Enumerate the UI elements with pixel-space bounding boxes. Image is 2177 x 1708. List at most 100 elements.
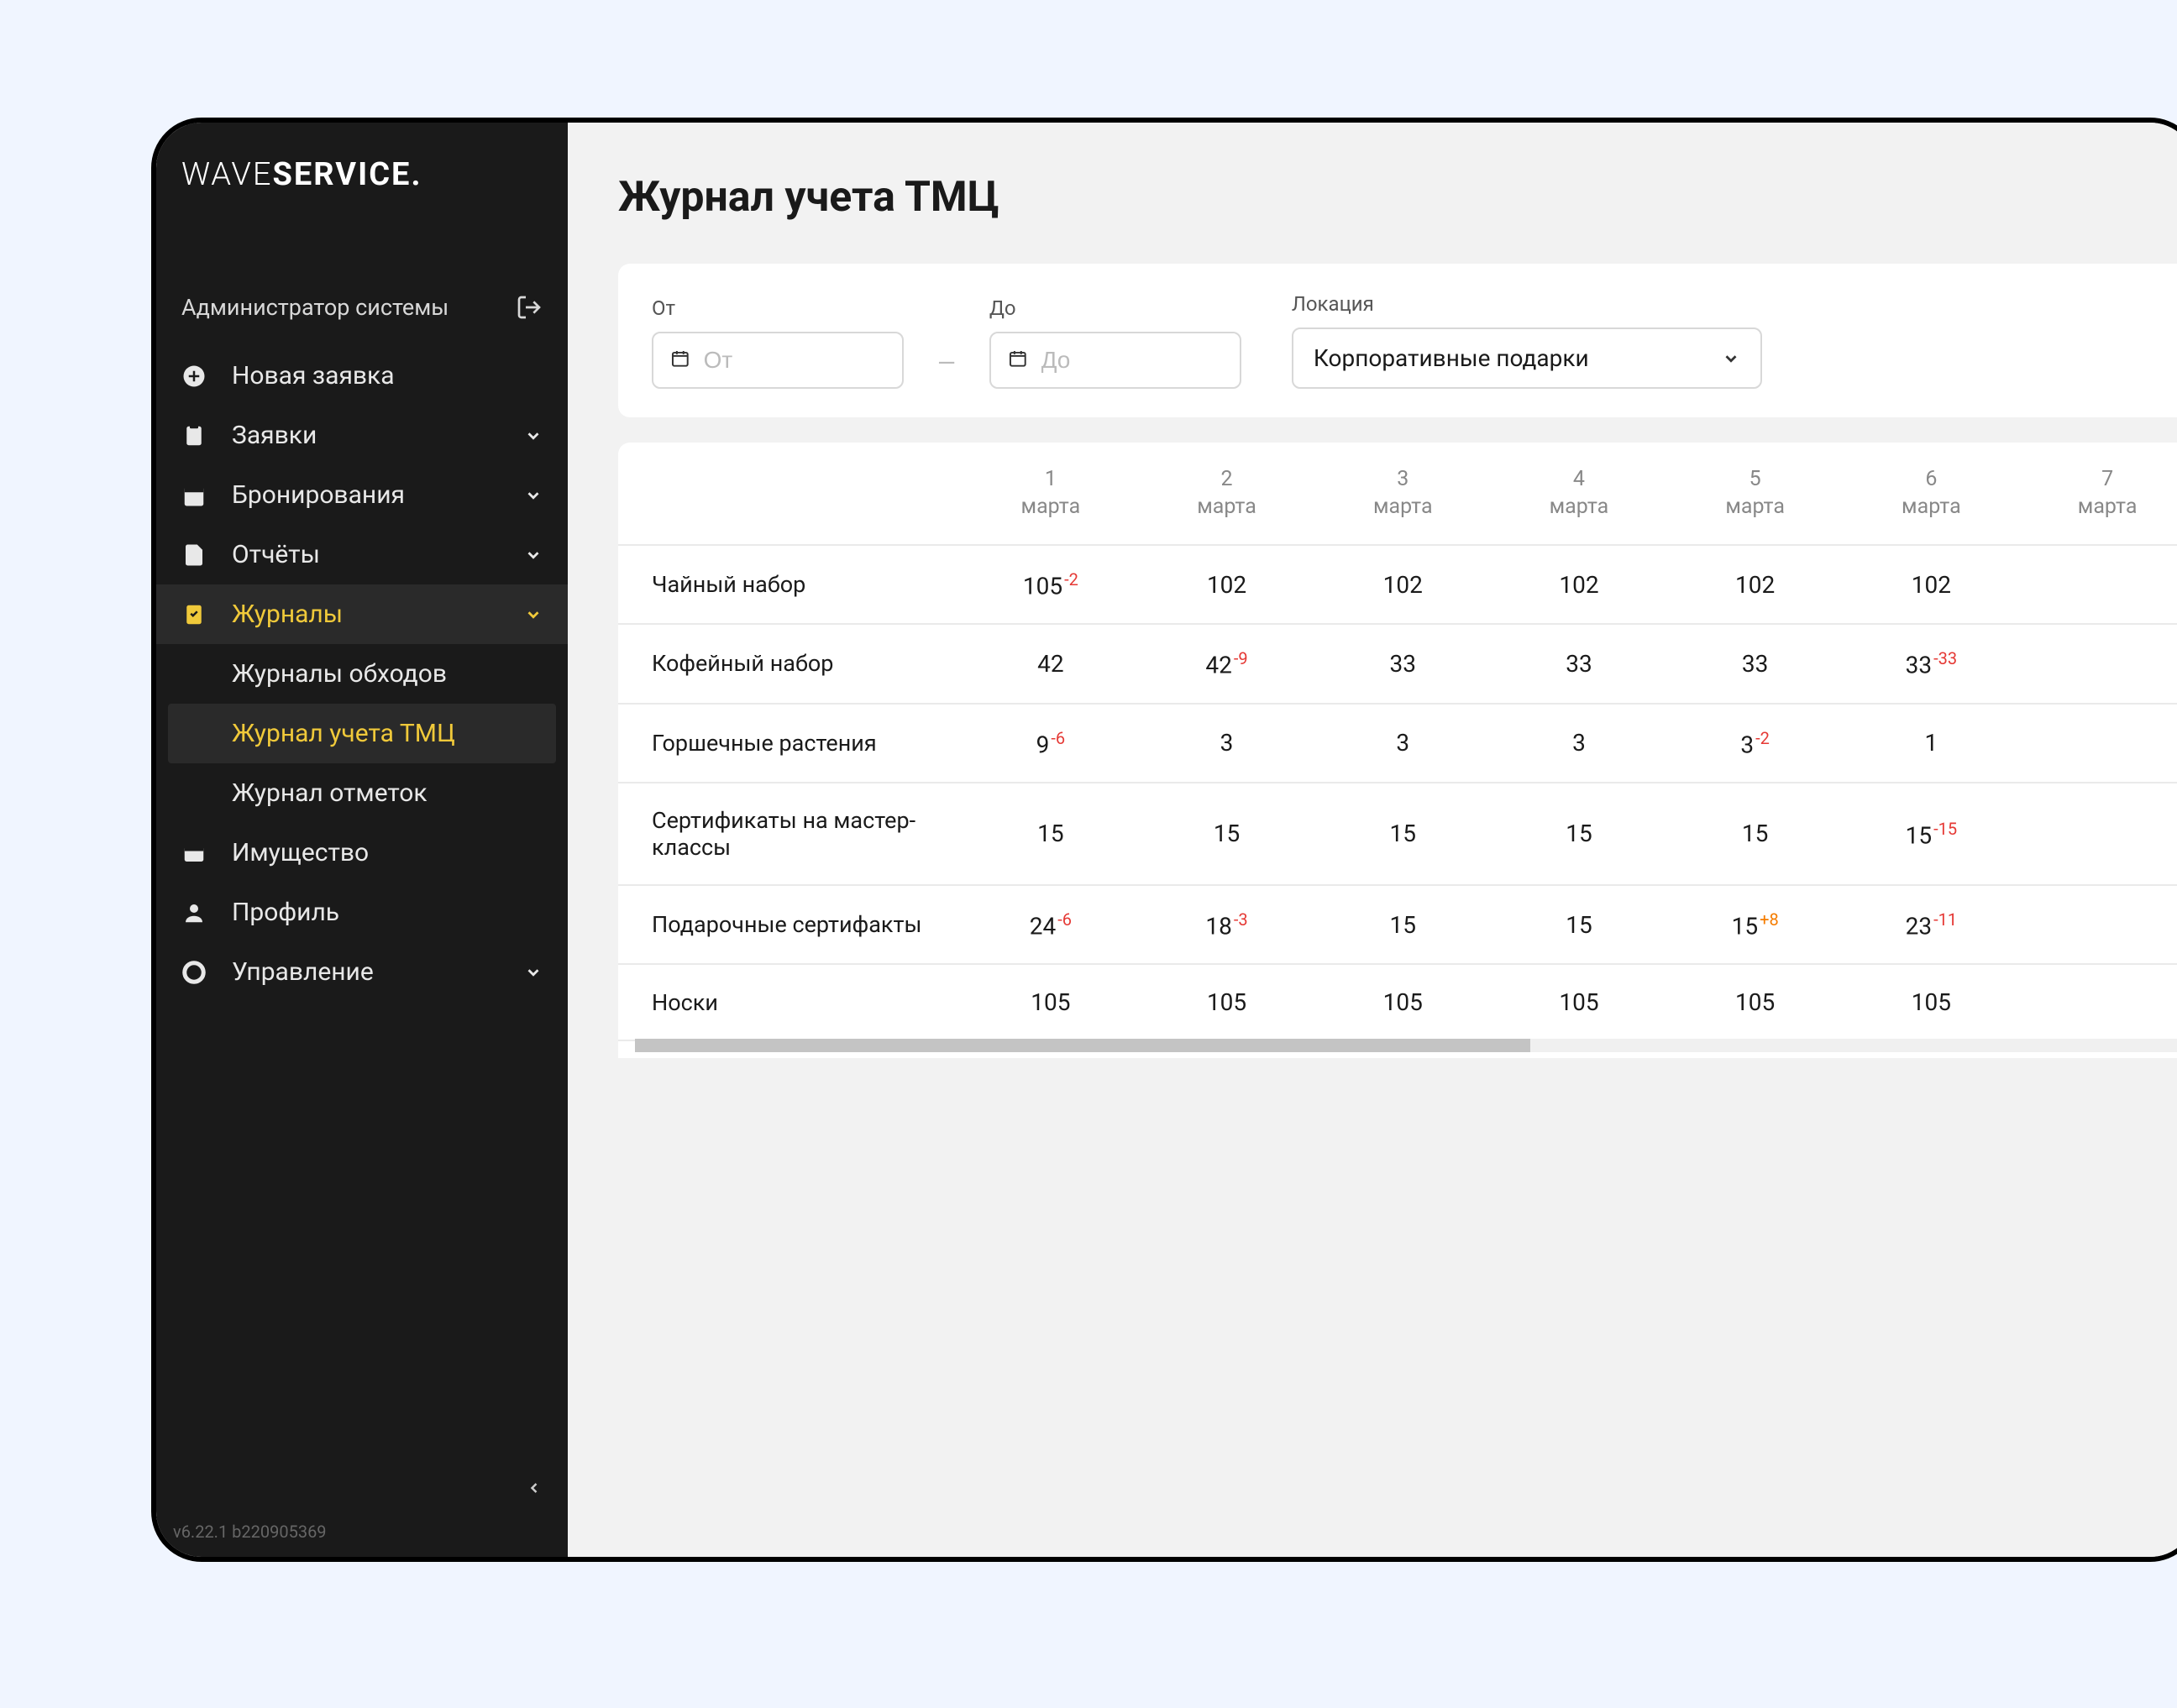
table-body: Чайный набор105-2102102102102102Кофейный… [618,545,2177,1040]
table-cell: 102 [1667,545,1844,624]
table-cell [2019,624,2177,703]
table-cell: 102 [1491,545,1667,624]
logout-icon[interactable] [516,294,543,321]
table-header-day: 5марта [1667,443,1844,545]
date-from-input[interactable] [652,332,904,389]
table-cell: 9-6 [963,704,1139,783]
date-to-input[interactable] [989,332,1241,389]
person-icon [181,900,207,925]
journal-icon [181,602,207,627]
tmc-table: 1марта2марта3марта4марта5марта6марта7мар… [618,443,2177,1041]
table-header-day: 3марта [1314,443,1491,545]
table-cell: 105 [1491,964,1667,1040]
table-cell: 1 [1844,704,2020,783]
table-header-day: 7марта [2019,443,2177,545]
date-from-field[interactable] [704,347,885,374]
row-name: Чайный набор [618,545,963,624]
filter-location-label: Локация [1292,292,1762,316]
row-name: Горшечные растения [618,704,963,783]
nav-journals-tmc[interactable]: Журнал учета ТМЦ [168,704,556,763]
table-cell: 42 [963,624,1139,703]
nav-journals-rounds[interactable]: Журналы обходов [156,644,568,704]
nav-bookings[interactable]: Бронирования [156,465,568,525]
table-cell: 15-15 [1844,783,2020,885]
table-row: Кофейный набор4242-933333333-33 [618,624,2177,703]
nav-profile[interactable]: Профиль [156,883,568,942]
nav-property[interactable]: Имущество [156,823,568,883]
table-cell: 15 [1314,885,1491,964]
table-cell: 15 [1667,783,1844,885]
version-label: v6.22.1 b220905369 [156,1513,568,1557]
table-row: Сертификаты на мастер-классы151515151515… [618,783,2177,885]
table-header-row: 1марта2марта3марта4марта5марта6марта7мар… [618,443,2177,545]
filter-bar: От — До Локация К [618,264,2177,417]
location-value: Корпоративные подарки [1314,344,1589,372]
calendar-icon [1008,348,1028,372]
table-cell: 102 [1844,545,2020,624]
table-cell: 15 [1491,783,1667,885]
filter-from-label: От [652,296,904,320]
table-cell: 102 [1314,545,1491,624]
table-cell: 33 [1667,624,1844,703]
logo-pre: WAVE [181,156,272,193]
nav-reports[interactable]: Отчёты [156,525,568,584]
row-name: Подарочные сертифакты [618,885,963,964]
nav-label: Бронирования [232,480,405,510]
table-cell: 42-9 [1139,624,1315,703]
table-cell: 3 [1139,704,1315,783]
table-cell: 33 [1314,624,1491,703]
table-cell: 15 [963,783,1139,885]
nav-label: Имущество [232,838,369,867]
box-icon [181,841,207,866]
row-name: Кофейный набор [618,624,963,703]
chevron-down-icon [524,427,543,445]
table-row: Горшечные растения9-63333-21 [618,704,2177,783]
nav-management[interactable]: Управление [156,942,568,1002]
table-cell: 33 [1491,624,1667,703]
horizontal-scrollbar[interactable] [618,1041,2177,1058]
filter-location-group: Локация Корпоративные подарки [1292,292,1762,389]
table-cell: 105 [963,964,1139,1040]
nav-journals-marks[interactable]: Журнал отметок [156,763,568,823]
table-cell: 15 [1314,783,1491,885]
chevron-down-icon [524,605,543,624]
nav-requests[interactable]: Заявки [156,406,568,465]
plus-circle-icon [181,364,207,389]
table-cell [2019,704,2177,783]
chevron-down-icon [524,546,543,564]
table-header-day: 1марта [963,443,1139,545]
table-cell [2019,545,2177,624]
chevron-down-icon [1722,349,1740,368]
filter-to-group: До [989,296,1241,389]
logo-dot: . [411,156,422,193]
collapse-sidebar-icon[interactable] [526,1480,543,1496]
user-label: Администратор системы [181,294,449,321]
table-cell: 105 [1139,964,1315,1040]
location-select[interactable]: Корпоративные подарки [1292,327,1762,389]
calendar-icon [670,348,690,372]
table-cell: 3 [1491,704,1667,783]
nav-label: Отчёты [232,540,320,569]
table-cell [2019,885,2177,964]
chevron-down-icon [524,486,543,505]
nav-label: Журналы [232,600,343,629]
row-name: Носки [618,964,963,1040]
file-icon [181,542,207,568]
nav-label: Управление [232,957,374,987]
date-to-field[interactable] [1041,347,1223,374]
device-frame: WAVESERVICE. Администратор системы Новая… [151,118,2177,1562]
page-title: Журнал учета ТМЦ [618,173,2177,222]
table-header-day: 2марта [1139,443,1315,545]
table-cell: 105 [1667,964,1844,1040]
clipboard-icon [181,423,207,448]
row-name: Сертификаты на мастер-классы [618,783,963,885]
nav-label: Профиль [232,898,339,927]
table-row: Подарочные сертифакты24-618-3151515+823-… [618,885,2177,964]
scrollbar-track [635,1039,2177,1052]
table-row: Носки105105105105105105 [618,964,2177,1040]
table-cell [2019,964,2177,1040]
nav-journals[interactable]: Журналы [156,584,568,644]
scrollbar-thumb[interactable] [635,1039,1530,1052]
logo: WAVESERVICE. [156,123,568,210]
nav-new-request[interactable]: Новая заявка [156,346,568,406]
